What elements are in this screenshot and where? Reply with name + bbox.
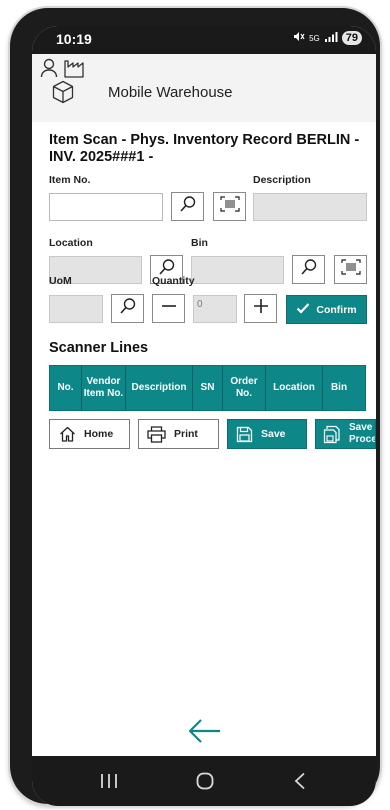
- description-label: Description: [253, 174, 311, 186]
- minus-icon: [160, 297, 178, 320]
- print-label: Print: [174, 428, 198, 440]
- checkmark-icon: [296, 302, 310, 317]
- signal-icon: [324, 31, 338, 45]
- barcode-scan-icon: [340, 259, 361, 280]
- system-navigation-bar: [32, 756, 376, 806]
- quantity-label: Quantity: [152, 275, 195, 287]
- plus-icon: [252, 297, 270, 320]
- quantity-decrement-button[interactable]: [152, 294, 185, 323]
- save-and-process-button[interactable]: Save & Process: [315, 419, 376, 449]
- back-button[interactable]: [188, 718, 222, 749]
- uom-field: [49, 295, 103, 323]
- page-title: Item Scan - Phys. Inventory Record BERLI…: [49, 132, 360, 165]
- barcode-scan-icon: [219, 196, 240, 217]
- home-icon: [59, 426, 76, 442]
- screen: 10:19 5G 79 Mobile Warehouse Item Scan -…: [32, 26, 376, 806]
- column-header-description[interactable]: Description: [126, 366, 193, 410]
- app-title: Mobile Warehouse: [108, 84, 233, 101]
- scanner-lines-table-header: No. Vendor Item No. Description SN Order…: [49, 365, 366, 411]
- bin-label: Bin: [191, 237, 208, 249]
- phone-frame: 10:19 5G 79 Mobile Warehouse Item Scan -…: [10, 8, 380, 806]
- item-no-scan-button[interactable]: [213, 192, 246, 221]
- battery-badge: 79: [341, 31, 362, 45]
- column-header-location[interactable]: Location: [266, 366, 323, 410]
- home-nav-icon[interactable]: [196, 772, 214, 795]
- home-button[interactable]: Home: [49, 419, 130, 449]
- home-label: Home: [84, 428, 114, 440]
- description-field: [253, 193, 367, 221]
- save-process-icon: [323, 425, 341, 444]
- quantity-increment-button[interactable]: [244, 294, 277, 323]
- column-header-bin[interactable]: Bin: [323, 366, 355, 410]
- app-header: Mobile Warehouse: [32, 54, 376, 122]
- recent-apps-icon[interactable]: [100, 773, 118, 794]
- status-bar: 10:19 5G 79: [32, 26, 376, 54]
- uom-search-button[interactable]: [111, 294, 144, 323]
- network-label: 5G: [309, 33, 320, 43]
- column-header-order-no[interactable]: Order No.: [223, 366, 266, 410]
- uom-label: UoM: [49, 275, 72, 287]
- back-nav-icon[interactable]: [294, 772, 306, 795]
- box-icon[interactable]: [52, 80, 74, 109]
- item-no-input[interactable]: [49, 193, 163, 221]
- search-icon: [179, 195, 197, 218]
- column-header-vendor-item-no[interactable]: Vendor Item No.: [82, 366, 126, 410]
- search-icon: [300, 258, 318, 281]
- scanner-lines-title: Scanner Lines: [49, 340, 149, 356]
- save-button[interactable]: Save: [227, 419, 307, 449]
- arrow-left-icon: [188, 719, 222, 748]
- column-header-sn[interactable]: SN: [193, 366, 223, 410]
- status-time: 10:19: [56, 31, 92, 47]
- printer-icon: [147, 425, 166, 443]
- bin-scan-button[interactable]: [334, 255, 367, 284]
- bin-search-button[interactable]: [292, 255, 325, 284]
- floppy-disk-icon: [236, 426, 253, 443]
- confirm-label: Confirm: [316, 303, 357, 316]
- bin-field: [191, 256, 284, 284]
- confirm-button[interactable]: Confirm: [286, 295, 367, 324]
- print-button[interactable]: Print: [138, 419, 219, 449]
- mute-icon: [293, 31, 305, 45]
- status-icons: 5G 79: [293, 31, 362, 45]
- column-header-no[interactable]: No.: [50, 366, 82, 410]
- location-label: Location: [49, 237, 93, 249]
- item-no-label: Item No.: [49, 174, 91, 186]
- search-icon: [119, 297, 137, 320]
- save-process-label: Save & Process: [349, 422, 376, 445]
- save-label: Save: [261, 428, 286, 440]
- item-no-search-button[interactable]: [171, 192, 204, 221]
- quantity-value: 0: [197, 299, 203, 310]
